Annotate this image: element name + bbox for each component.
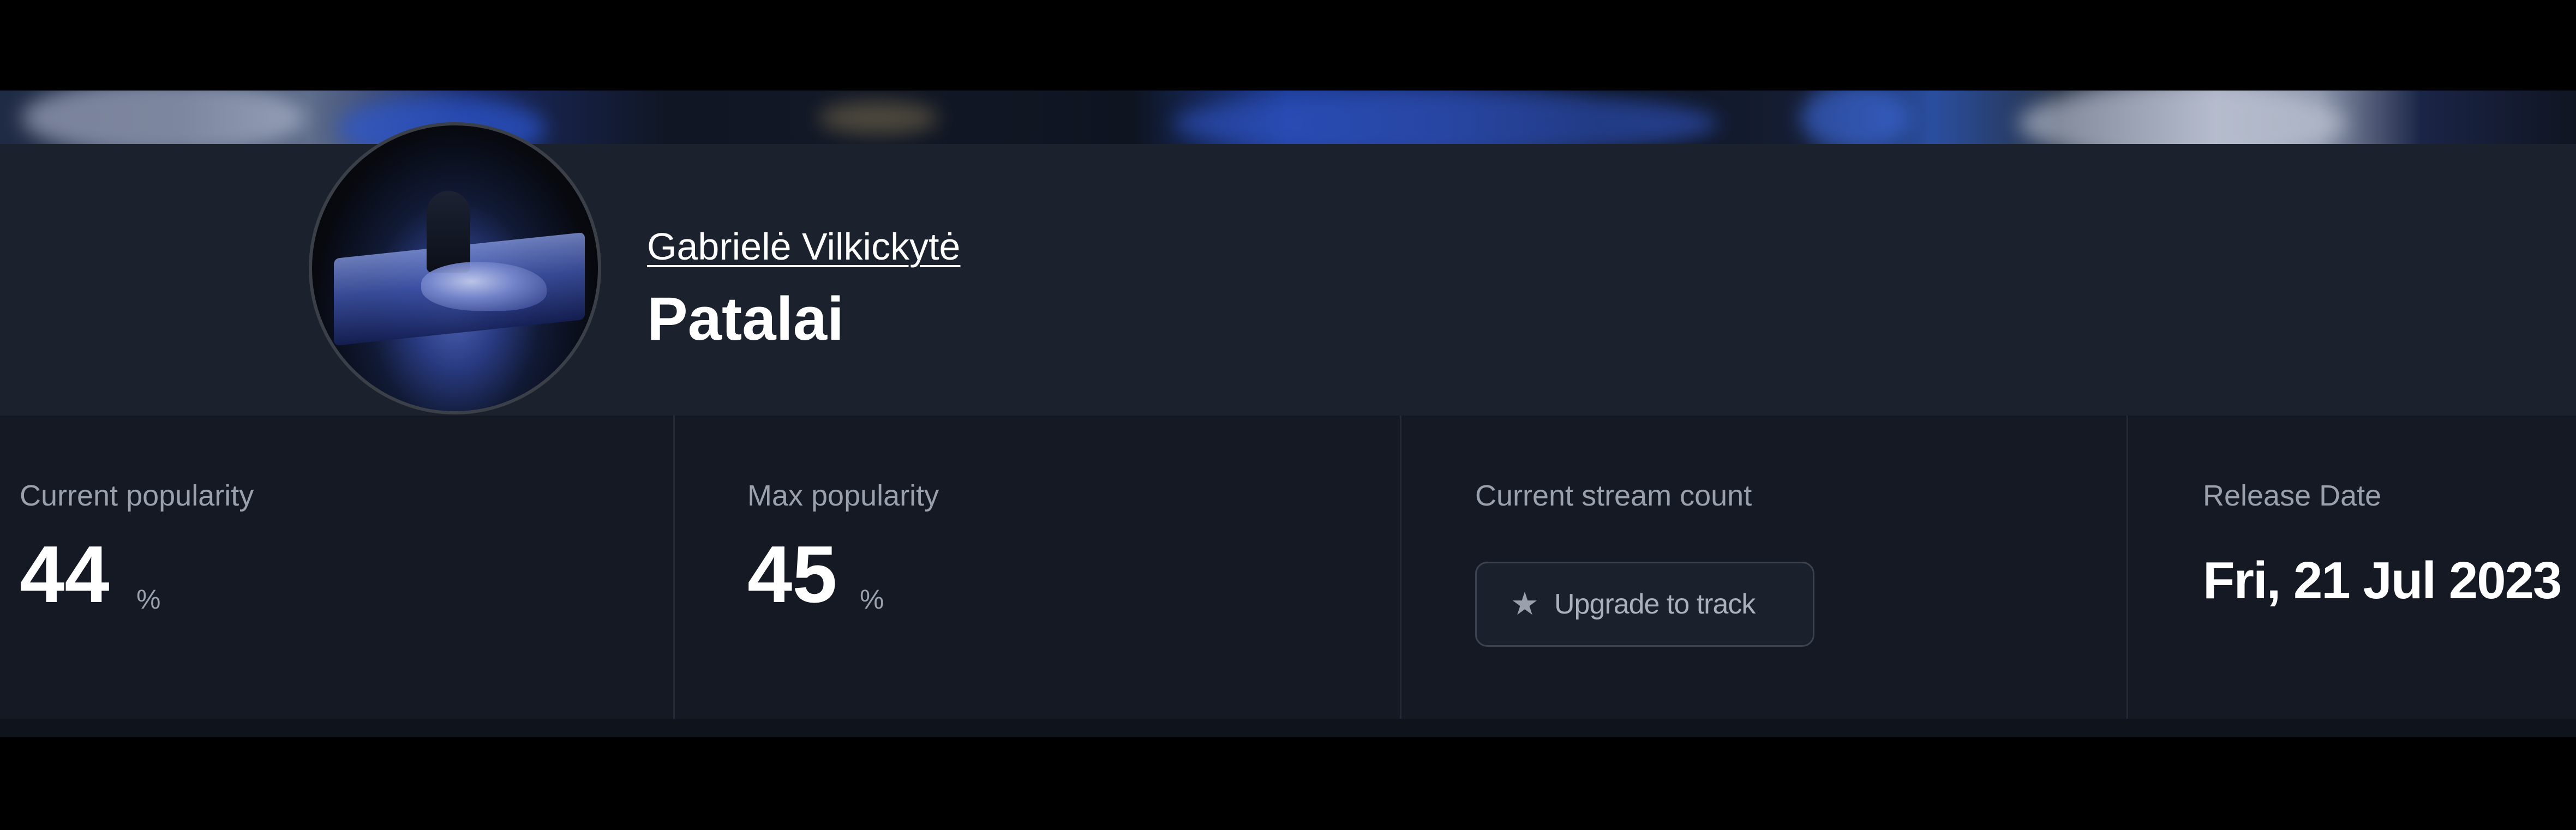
banner-image: [0, 91, 2576, 144]
divider: [673, 416, 675, 719]
divider: [2126, 416, 2128, 719]
stats-footer-strip: [0, 719, 2576, 737]
stat-unit: %: [860, 584, 884, 615]
page-frame: Gabrielė Vilkickytė Patalai Current popu…: [0, 0, 2576, 830]
stat-value: 45: [747, 530, 837, 620]
stat-label: Current popularity: [20, 479, 254, 512]
album-cover-image: [309, 122, 601, 414]
stat-value: 44: [20, 530, 110, 620]
star-icon: ★: [1511, 586, 1539, 622]
track-title: Patalai: [647, 285, 844, 353]
divider: [1400, 416, 1401, 719]
stat-label: Current stream count: [1475, 479, 1752, 512]
artist-link[interactable]: Gabrielė Vilkickytė: [647, 225, 961, 268]
stat-label: Release Date: [2203, 479, 2382, 512]
stat-label: Max popularity: [747, 479, 939, 512]
release-date-value: Fri, 21 Jul 2023: [2203, 551, 2562, 610]
upgrade-button-label: Upgrade to track: [1554, 588, 1756, 620]
upgrade-to-track-button[interactable]: ★ Upgrade to track: [1475, 562, 1814, 647]
stats-panel: Current popularity 44 % Max popularity 4…: [0, 416, 2576, 719]
stat-unit: %: [136, 584, 161, 615]
